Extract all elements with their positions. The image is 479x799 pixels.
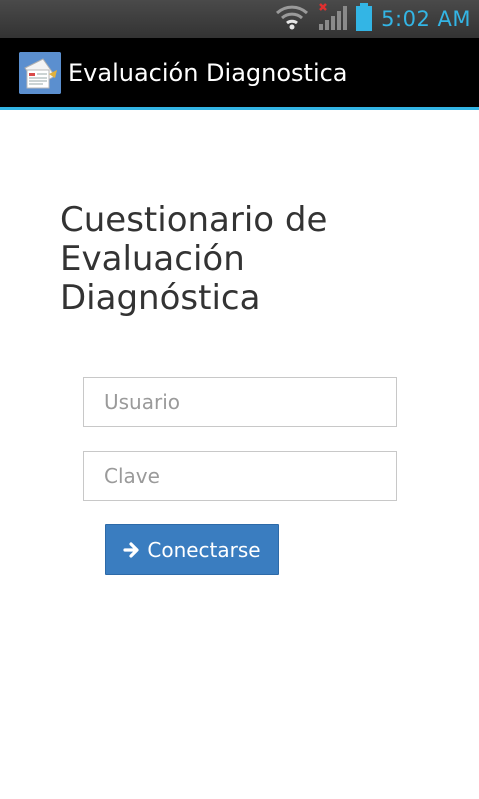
- app-title: Evaluación Diagnostica: [68, 59, 348, 87]
- login-button[interactable]: Conectarse: [105, 524, 279, 575]
- page-title-line: Diagnóstica: [60, 278, 261, 318]
- battery-icon: [355, 2, 373, 36]
- username-field[interactable]: [83, 377, 397, 427]
- no-signal-icon: [319, 3, 328, 11]
- signal-bars-icon: [317, 2, 348, 36]
- login-button-label: Conectarse: [147, 537, 261, 562]
- app-document-icon: [19, 52, 61, 94]
- status-bar: 5:02 AM: [0, 0, 479, 38]
- status-time: 5:02 AM: [381, 7, 471, 31]
- action-bar: Evaluación Diagnostica: [0, 38, 479, 110]
- status-icons: 5:02 AM: [275, 2, 471, 36]
- page-title-line: Cuestionario de: [60, 200, 328, 240]
- page-title: Cuestionario de Evaluación Diagnóstica: [60, 201, 440, 318]
- arrow-right-icon: [123, 541, 141, 559]
- wifi-icon: [275, 3, 309, 35]
- password-field[interactable]: [83, 451, 397, 501]
- page-title-line: Evaluación: [60, 239, 245, 279]
